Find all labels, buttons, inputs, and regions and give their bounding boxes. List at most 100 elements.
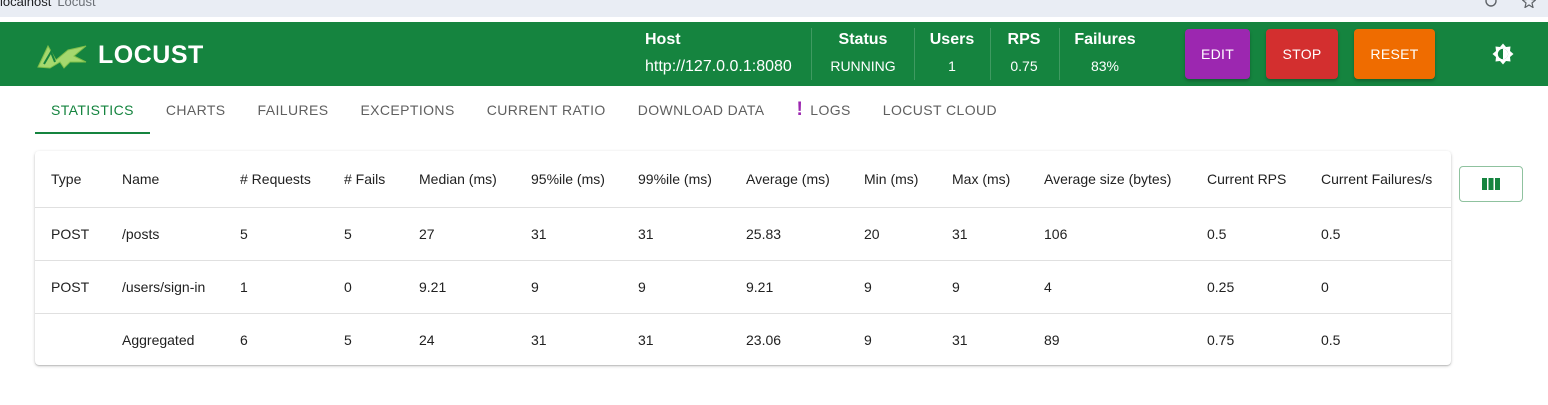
host-stat: Host http://127.0.0.1:8080 (645, 31, 797, 76)
table-cell: 9 (848, 260, 936, 314)
tab-charts[interactable]: CHARTS (150, 86, 242, 134)
table-row: Aggregated 6 5 24 31 31 23.06 9 31 89 0.75 0.5 (35, 313, 1451, 365)
table-cell: 9 (622, 260, 730, 314)
tab-current-ratio[interactable]: CURRENT RATIO (471, 86, 622, 134)
tab-logs[interactable]: ! LOGS (781, 86, 867, 134)
table-cell: 27 (403, 207, 515, 261)
table-cell: 24 (419, 331, 435, 348)
brightness-icon[interactable] (1491, 42, 1515, 66)
tab-exceptions[interactable]: EXCEPTIONS (344, 86, 470, 134)
tab-download-data[interactable]: DOWNLOAD DATA (622, 86, 781, 134)
column-header[interactable]: 99%ile (ms) (622, 151, 730, 208)
table-cell: 31 (622, 207, 730, 261)
tab-label: DOWNLOAD DATA (637, 102, 765, 118)
status-label: Status (838, 31, 888, 48)
statistics-table: Type Name # Requests # Fails Median (ms) 95%i… (35, 151, 1451, 365)
table-cell: POST (35, 260, 106, 314)
header-divider (990, 28, 991, 80)
table-cell: POST (35, 207, 106, 261)
host-label: Host (645, 31, 681, 48)
column-selector-button[interactable] (1459, 166, 1523, 202)
table-cell: 23.06 (746, 331, 782, 348)
table-cell: 89 (1044, 331, 1060, 348)
view-column-icon (1482, 178, 1500, 190)
tab-label: LOCUST CLOUD (882, 102, 998, 118)
table-cell: 0.75 (1207, 331, 1235, 348)
tab-label: CHARTS (165, 102, 226, 118)
stop-button[interactable]: STOP (1266, 29, 1338, 79)
failures-value: 83% (1090, 58, 1120, 74)
column-header[interactable]: # Requests (224, 151, 328, 208)
table-cell: 5 (224, 207, 328, 261)
column-header[interactable]: 95%ile (ms) (515, 151, 622, 208)
table-cell: 4 (1028, 260, 1191, 314)
column-header[interactable]: Current Failures/s (1305, 151, 1451, 208)
host-value: http://127.0.0.1:8080 (645, 58, 792, 75)
edit-button[interactable]: EDIT (1185, 29, 1250, 79)
table-cell: 25.83 (730, 207, 848, 261)
users-stat: Users 1 (924, 31, 980, 74)
table-cell: 106 (1028, 207, 1191, 261)
table-cell: 6 (240, 331, 248, 348)
browser-url-host: localhost (0, 0, 52, 9)
failures-stat: Failures 83% (1068, 31, 1142, 74)
table-cell: 20 (848, 207, 936, 261)
column-header[interactable]: Average (ms) (730, 151, 848, 208)
column-header[interactable]: Min (ms) (848, 151, 936, 208)
browser-tab-title: Locust (57, 0, 96, 9)
table-cell (35, 313, 106, 365)
tab-label: CURRENT RATIO (486, 102, 606, 118)
table-cell: 31 (515, 207, 622, 261)
statistics-table-card: Type Name # Requests # Fails Median (ms) 95%i… (35, 151, 1451, 365)
tab-label: LOGS (810, 102, 851, 118)
table-cell: 31 (531, 331, 547, 348)
column-header[interactable]: Average size (bytes) (1028, 151, 1191, 208)
table-cell: 31 (638, 331, 654, 348)
table-cell: 9 (515, 260, 622, 314)
table-cell: 0.5 (1305, 207, 1451, 261)
table-cell: 0 (1305, 260, 1451, 314)
users-label: Users (929, 31, 975, 48)
site-settings-icon[interactable] (1484, 0, 1498, 8)
column-header[interactable]: Max (ms) (936, 151, 1028, 208)
table-body: POST/posts 5 5 27 31 31 25.83 20 31 106 0.5 0.5 POST… (35, 207, 1451, 365)
column-header[interactable]: # Fails (328, 151, 403, 208)
header-divider (811, 28, 812, 80)
tab-statistics[interactable]: STATISTICS (35, 86, 150, 134)
table-cell: 0.5 (1191, 207, 1305, 261)
rps-stat: RPS 0.75 (999, 31, 1049, 74)
failures-label: Failures (1074, 31, 1136, 48)
table-cell: 31 (952, 331, 968, 348)
table-cell: 0 (328, 260, 403, 314)
table-row: POST/users/sign-in 1 0 9.21 9 9 9.21 9 9 4 0.25 0 (35, 260, 1451, 314)
logs-alert-icon: ! (796, 99, 804, 120)
column-header[interactable]: Current RPS (1191, 151, 1305, 208)
table-cell: /posts (106, 207, 224, 261)
table-cell: Aggregated (122, 331, 195, 348)
table-cell: 31 (936, 207, 1028, 261)
table-cell: /users/sign-in (106, 260, 224, 314)
tab-locust-cloud[interactable]: LOCUST CLOUD (867, 86, 1013, 134)
column-header[interactable]: Type (35, 151, 106, 208)
tab-label: STATISTICS (51, 102, 134, 118)
table-cell: 5 (328, 207, 403, 261)
table-row: POST/posts 5 5 27 31 31 25.83 20 31 106 0.5 0.5 (35, 207, 1451, 261)
locust-logo-icon (37, 44, 87, 69)
tab-failures[interactable]: FAILURES (242, 86, 345, 134)
browser-address-bar[interactable]: localhost Locust (0, 0, 1548, 17)
tab-label: FAILURES (257, 102, 329, 118)
tab-label: EXCEPTIONS (360, 102, 455, 118)
table-cell: 9 (936, 260, 1028, 314)
column-header[interactable]: Median (ms) (403, 151, 515, 208)
brand-name: LOCUST (98, 40, 204, 69)
table-header-row: Type Name # Requests # Fails Median (ms) 95%i… (35, 151, 1451, 208)
table-cell: 9.21 (403, 260, 515, 314)
bookmark-star-icon[interactable] (1522, 0, 1536, 8)
table-cell: 0.5 (1321, 331, 1341, 348)
status-value: RUNNING (830, 58, 896, 74)
reset-button[interactable]: RESET (1354, 29, 1435, 79)
browser-url[interactable]: localhost Locust (0, 0, 96, 9)
locust-logo[interactable]: LOCUST (34, 40, 204, 70)
column-header[interactable]: Name (106, 151, 224, 208)
table-cell: 1 (224, 260, 328, 314)
